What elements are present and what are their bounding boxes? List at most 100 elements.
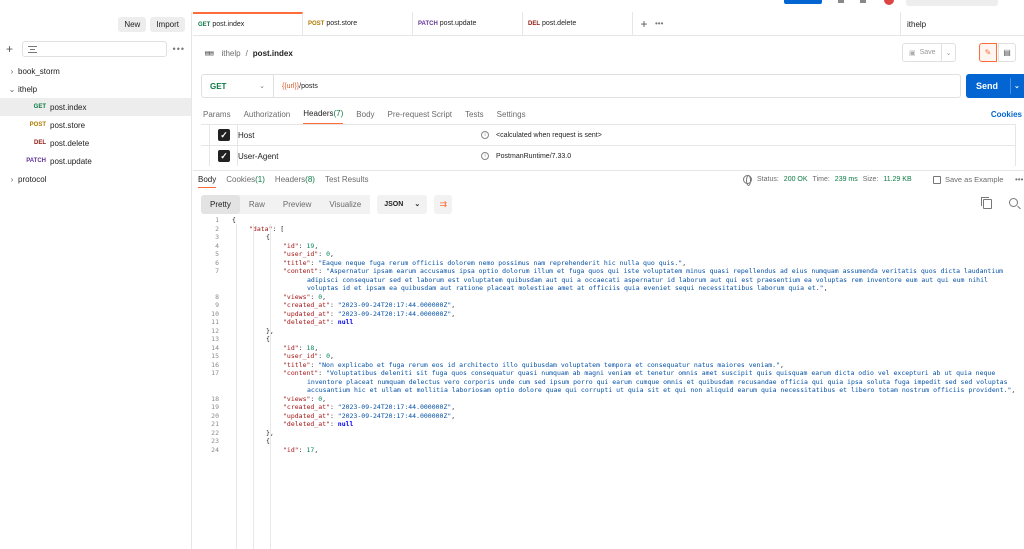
save-button[interactable]: ▣ Save ⌄ <box>902 43 956 62</box>
info-icon[interactable]: i <box>481 131 489 139</box>
view-preview[interactable]: Preview <box>273 194 321 214</box>
tab-tests[interactable]: Tests <box>465 104 484 124</box>
token: "deleted_at" <box>283 420 330 428</box>
new-tab-plus-icon[interactable]: + <box>633 12 655 35</box>
plus-icon[interactable]: + <box>6 42 16 56</box>
method-badge: POST <box>29 122 46 128</box>
more-tabs-icon[interactable]: ••• <box>655 12 673 35</box>
tab-headers[interactable]: Headers (7) <box>303 104 344 124</box>
line-number: 2 <box>215 224 219 233</box>
code-text: "data": [ <box>219 225 1024 234</box>
view-pretty[interactable]: Pretty <box>201 194 240 214</box>
size-value[interactable]: 11.29 KB <box>883 176 911 183</box>
tab-post.update[interactable]: PATCH post.update <box>413 12 523 35</box>
save-as-example-button[interactable]: Save as Example <box>933 171 1003 188</box>
header-checkbox[interactable]: ✓ <box>218 150 230 162</box>
method-select[interactable]: GET ⌄ <box>202 75 274 97</box>
code-line: 16 "title": "Non explicabo et fuga rerum … <box>201 361 1024 370</box>
code-text: "created_at": "2023-09-24T20:17:44.00000… <box>219 301 1024 310</box>
chevron-icon[interactable]: ⌄ <box>6 85 18 94</box>
indent-guide <box>270 224 271 549</box>
response-tab-body[interactable]: Body <box>198 171 217 188</box>
header-checkbox[interactable]: ✓ <box>218 129 230 141</box>
tab-settings[interactable]: Settings <box>497 104 526 124</box>
import-button[interactable]: Import <box>150 16 185 32</box>
new-button[interactable]: New <box>118 16 147 32</box>
tab-label: post.update <box>439 20 477 27</box>
line-number: 11 <box>211 318 219 326</box>
request-label: post.delete <box>50 138 90 148</box>
tab-pre-request-script[interactable]: Pre-request Script <box>388 104 452 124</box>
method-badge: POST <box>308 20 325 27</box>
chevron-icon[interactable]: › <box>6 175 18 184</box>
tab-label: post.delete <box>542 20 577 27</box>
format-select[interactable]: JSON ⌄ <box>377 194 428 214</box>
info-icon[interactable]: i <box>481 152 489 160</box>
chevron-down-icon[interactable]: ⌄ <box>941 44 955 61</box>
sidebar-request-post.index[interactable]: GET post.index <box>0 98 191 116</box>
time-value[interactable]: 239 ms <box>835 176 858 183</box>
view-visualize[interactable]: Visualize <box>320 194 371 214</box>
response-status: Status: 200 OK Time: 239 ms Size: 11.29 … <box>743 171 912 188</box>
line-number: 10 <box>211 309 219 318</box>
tab-authorization[interactable]: Authorization <box>244 104 291 124</box>
status-value[interactable]: 200 OK <box>784 176 808 183</box>
format-label: JSON <box>384 200 404 208</box>
tab-post.index[interactable]: GET post.index <box>193 12 303 35</box>
token: "2023-09-24T20:17:44.000000Z" <box>337 411 452 420</box>
tab-label: Body <box>198 174 217 184</box>
response-tab-cookies[interactable]: Cookies (1) <box>226 171 265 188</box>
sidebar-request-post.store[interactable]: POST post.store <box>0 116 191 134</box>
view-mode-group: Pretty Raw Preview Visualize <box>201 194 371 214</box>
filter-icon <box>28 45 37 53</box>
token: "Eaque neque fuga rerum officiis dolorem… <box>318 258 683 267</box>
environment-select[interactable]: ithelp <box>900 12 1024 36</box>
code-line: 5 "user_id": 0, <box>201 250 1024 259</box>
line-number: 16 <box>211 360 219 369</box>
token: , <box>322 292 327 301</box>
code-line: 20 "updated_at": "2023-09-24T20:17:44.000… <box>201 412 1024 421</box>
collection-label: protocol <box>18 174 47 184</box>
wrap-lines-icon[interactable]: ⇉ <box>434 194 453 214</box>
tab-post.delete[interactable]: DEL post.delete <box>523 12 633 35</box>
tab-body[interactable]: Body <box>356 104 374 124</box>
code-line: 21 "deleted_at": null <box>201 420 1024 429</box>
header-row: ✓ Host i <calculated when request is sent> <box>201 124 1016 145</box>
save-as-example-label: Save as Example <box>945 175 1004 184</box>
response-tab-headers[interactable]: Headers (8) <box>275 171 315 188</box>
sidebar-collection-protocol[interactable]: › protocol <box>0 170 191 188</box>
sidebar-collection-ithelp[interactable]: ⌄ ithelp <box>0 80 191 98</box>
globe-icon[interactable] <box>743 175 752 186</box>
more-options-icon[interactable]: ••• <box>1015 171 1023 188</box>
avatar[interactable] <box>884 0 894 5</box>
response-toolbar: Pretty Raw Preview Visualize JSON ⌄ ⇉ <box>201 193 1024 215</box>
code-line: 22}, <box>201 429 1024 438</box>
response-tabs: Body Cookies (1) Headers (8) Test Results S… <box>193 170 1024 188</box>
token: "2023-09-24T20:17:44.000000Z" <box>337 403 452 411</box>
token: , <box>451 309 456 318</box>
search-icon[interactable] <box>1009 198 1018 207</box>
pencil-icon[interactable]: ✎ <box>979 43 997 62</box>
documentation-icon[interactable]: ▤ <box>998 43 1016 62</box>
response-body-code[interactable]: 1{2 "data": [3{4 "id": 19, 5 "user_id": 0, 6 "… <box>201 216 1024 549</box>
cookies-link[interactable]: Cookies <box>991 104 1022 124</box>
sidebar-collection-book_storm[interactable]: › book_storm <box>0 62 191 80</box>
more-options-icon[interactable]: ••• <box>173 44 185 54</box>
filter-input[interactable] <box>22 41 167 57</box>
response-tab-test-results[interactable]: Test Results <box>325 171 369 188</box>
view-raw[interactable]: Raw <box>239 194 274 214</box>
sidebar: New Import + ••• › book_storm ⌄ ithelp GET po… <box>0 12 192 549</box>
chevron-down-icon[interactable]: ⌄ <box>1014 82 1020 90</box>
send-divider <box>1010 78 1011 94</box>
send-button[interactable]: Send ⌄ <box>966 74 1024 98</box>
breadcrumb-request[interactable]: post.index <box>253 49 293 58</box>
url-input[interactable]: {{url}}/posts <box>274 83 318 90</box>
chevron-icon[interactable]: › <box>6 67 18 76</box>
tab-params[interactable]: Params <box>203 104 231 124</box>
sidebar-request-post.delete[interactable]: DEL post.delete <box>0 134 191 152</box>
sidebar-request-post.update[interactable]: PATCH post.update <box>0 152 191 170</box>
copy-icon[interactable] <box>981 197 992 209</box>
tab-post.store[interactable]: POST post.store <box>303 12 413 35</box>
breadcrumb-collection[interactable]: ithelp <box>221 49 240 58</box>
method-badge: DEL <box>528 20 540 27</box>
